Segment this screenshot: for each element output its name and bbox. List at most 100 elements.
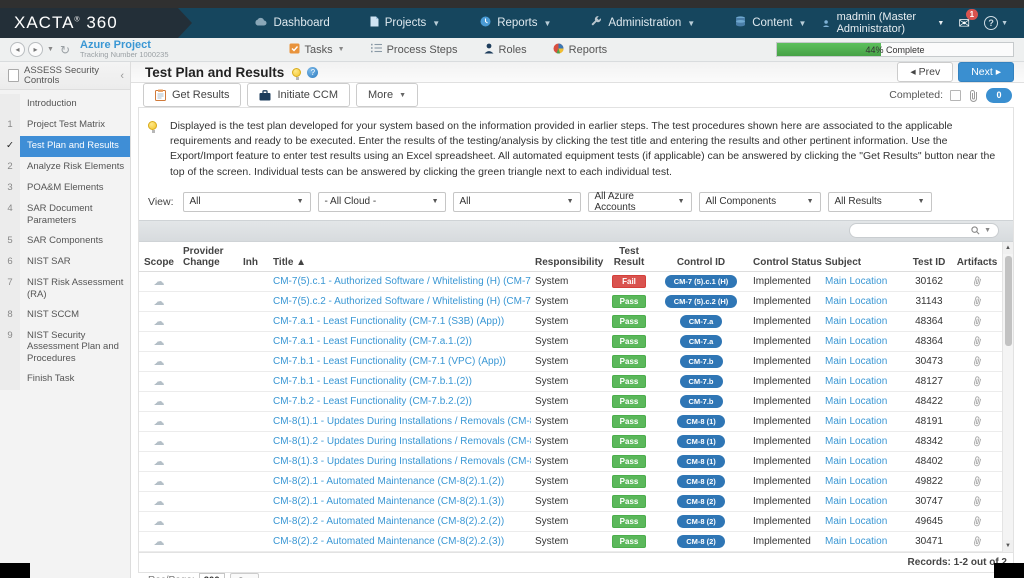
subject-link[interactable]: Main Location	[825, 336, 887, 347]
rec-page-input[interactable]	[198, 572, 225, 578]
project-title-block[interactable]: Azure Project Tracking Number 1000235	[80, 39, 169, 59]
control-id-badge[interactable]: CM-8 (2)	[677, 474, 725, 488]
sidebar-item-nist-sar[interactable]: 6 NIST SAR	[0, 251, 130, 273]
scope-cloud-icon[interactable]: ☁	[139, 515, 179, 528]
scope-cloud-icon[interactable]: ☁	[139, 475, 179, 488]
sidebar-item-poa-m-elements[interactable]: 3 POA&M Elements	[0, 178, 130, 199]
filter-select-6[interactable]: All Results ▼	[827, 191, 932, 212]
more-button[interactable]: More ▼	[356, 83, 418, 107]
subject-link[interactable]: Main Location	[825, 376, 887, 387]
test-title-link[interactable]: CM-8(1).1 - Updates During Installations…	[273, 416, 531, 427]
sidebar-item-test-plan-and-results[interactable]: ✓ Test Plan and Results	[0, 136, 130, 157]
artifact-paperclip-icon[interactable]	[955, 535, 999, 547]
test-title-link[interactable]: CM-8(2).1 - Automated Maintenance (CM-8(…	[273, 496, 504, 507]
artifact-paperclip-icon[interactable]	[955, 375, 999, 387]
scope-cloud-icon[interactable]: ☁	[139, 495, 179, 508]
control-id-badge[interactable]: CM-7.b	[679, 374, 723, 388]
test-result-badge[interactable]: Pass	[612, 394, 646, 408]
scope-cloud-icon[interactable]: ☁	[139, 455, 179, 468]
control-id-badge[interactable]: CM-7.b	[679, 354, 723, 368]
artifact-paperclip-icon[interactable]	[955, 355, 999, 367]
sidebar-item-sar-components[interactable]: 5 SAR Components	[0, 230, 130, 252]
completed-checkbox[interactable]	[950, 89, 961, 101]
column-header-title[interactable]: Title ▲	[273, 257, 531, 268]
control-id-badge[interactable]: CM-8 (1)	[677, 454, 725, 468]
nav-item-dashboard[interactable]: Dashboard	[238, 8, 345, 38]
artifact-paperclip-icon[interactable]	[955, 455, 999, 467]
subject-link[interactable]: Main Location	[825, 536, 887, 547]
sidebar-item-project-test-matrix[interactable]: 1 Project Test Matrix	[0, 115, 130, 136]
next-button[interactable]: Next ▸	[958, 62, 1014, 82]
artifact-paperclip-icon[interactable]	[955, 315, 999, 327]
control-id-badge[interactable]: CM-7.a	[679, 334, 723, 348]
project-menu-reports[interactable]: Reports	[553, 43, 607, 57]
nav-item-reports[interactable]: Reports ▼	[464, 8, 567, 38]
user-menu[interactable]: madmin (Master Administrator) ▼	[822, 11, 944, 35]
sidebar-item-nist-security-assessment-plan-and-procedures[interactable]: 9 NIST Security Assessment Plan and Proce…	[0, 325, 130, 370]
sidebar-item-nist-sccm[interactable]: 8 NIST SCCM	[0, 304, 130, 326]
test-result-badge[interactable]: Pass	[612, 454, 646, 468]
test-title-link[interactable]: CM-8(2).1 - Automated Maintenance (CM-8(…	[273, 476, 504, 487]
paperclip-icon[interactable]	[968, 89, 979, 102]
test-result-badge[interactable]: Pass	[612, 374, 646, 388]
sidebar-item-finish-task[interactable]: Finish Task	[0, 369, 130, 391]
subject-link[interactable]: Main Location	[825, 496, 887, 507]
subject-link[interactable]: Main Location	[825, 476, 887, 487]
forward-button[interactable]: ▸	[28, 42, 43, 57]
set-button[interactable]: Set	[229, 572, 260, 578]
test-result-badge[interactable]: Pass	[612, 494, 646, 508]
control-id-badge[interactable]: CM-7 (5).c.2 (H)	[664, 294, 738, 308]
test-result-badge[interactable]: Pass	[612, 354, 646, 368]
history-caret-icon[interactable]: ▼	[47, 46, 54, 53]
get-results-button[interactable]: Get Results	[143, 83, 242, 107]
attachments-badge[interactable]: 0	[986, 87, 1012, 103]
mail-button[interactable]: ✉ 1	[958, 8, 979, 32]
refresh-icon[interactable]: ↻	[60, 43, 70, 57]
subject-link[interactable]: Main Location	[825, 436, 887, 447]
scrollbar-track[interactable]	[1003, 254, 1013, 540]
filter-select-5[interactable]: All Components ▼	[698, 191, 821, 212]
test-result-badge[interactable]: Pass	[612, 514, 646, 528]
sidebar-item-sar-document-parameters[interactable]: 4 SAR Document Parameters	[0, 199, 130, 231]
test-result-badge[interactable]: Pass	[612, 414, 646, 428]
filter-select-3[interactable]: All ▼	[452, 191, 581, 212]
test-title-link[interactable]: CM-7.a.1 - Least Functionality (CM-7.a.1…	[273, 336, 472, 347]
test-result-badge[interactable]: Pass	[612, 434, 646, 448]
test-title-link[interactable]: CM-7.b.1 - Least Functionality (CM-7.1 (…	[273, 356, 506, 367]
artifact-paperclip-icon[interactable]	[955, 515, 999, 527]
help-icon[interactable]: ?	[984, 16, 999, 30]
test-result-badge[interactable]: Pass	[612, 474, 646, 488]
project-menu-roles[interactable]: Roles	[484, 43, 527, 57]
test-title-link[interactable]: CM-8(1).3 - Updates During Installations…	[273, 456, 531, 467]
sidebar-item-analyze-risk-elements[interactable]: 2 Analyze Risk Elements	[0, 157, 130, 178]
search-input[interactable]	[857, 225, 968, 236]
scroll-down-icon[interactable]: ▼	[1003, 539, 1013, 552]
test-title-link[interactable]: CM-7(5).c.1 - Authorized Software / Whit…	[273, 276, 531, 287]
app-logo[interactable]: XACTA® 360	[0, 8, 193, 38]
test-title-link[interactable]: CM-7.b.2 - Least Functionality (CM-7.b.2…	[273, 396, 472, 407]
filter-select-2[interactable]: - All Cloud - ▼	[317, 191, 446, 212]
subject-link[interactable]: Main Location	[825, 456, 887, 467]
tip-bulb-icon[interactable]	[292, 67, 302, 80]
scrollbar-thumb[interactable]	[1004, 255, 1012, 346]
table-scrollbar[interactable]: ▲ ▼	[1002, 241, 1013, 552]
sidebar-item-nist-risk-assessment-ra-[interactable]: 7 NIST Risk Assessment (RA)	[0, 272, 130, 305]
filter-select-4[interactable]: All Azure Accounts ▼	[587, 191, 692, 213]
test-result-badge[interactable]: Pass	[612, 334, 646, 348]
test-result-badge[interactable]: Pass	[612, 534, 646, 548]
search-icon[interactable]	[971, 226, 980, 235]
sidebar-collapse-icon[interactable]: ‹	[118, 70, 126, 82]
back-button[interactable]: ◂	[10, 42, 25, 57]
scope-cloud-icon[interactable]: ☁	[139, 275, 179, 288]
scope-cloud-icon[interactable]: ☁	[139, 415, 179, 428]
page-help-icon[interactable]: ?	[307, 66, 319, 78]
control-id-badge[interactable]: CM-7 (5).c.1 (H)	[664, 274, 738, 288]
scroll-up-icon[interactable]: ▲	[1003, 241, 1013, 254]
control-id-badge[interactable]: CM-8 (2)	[677, 514, 725, 528]
artifact-paperclip-icon[interactable]	[955, 415, 999, 427]
scope-cloud-icon[interactable]: ☁	[139, 535, 179, 548]
search-caret-icon[interactable]: ▼	[984, 227, 991, 234]
subject-link[interactable]: Main Location	[825, 416, 887, 427]
test-title-link[interactable]: CM-7.a.1 - Least Functionality (CM-7.1 (…	[273, 316, 504, 327]
nav-item-projects[interactable]: Projects ▼	[354, 8, 456, 38]
